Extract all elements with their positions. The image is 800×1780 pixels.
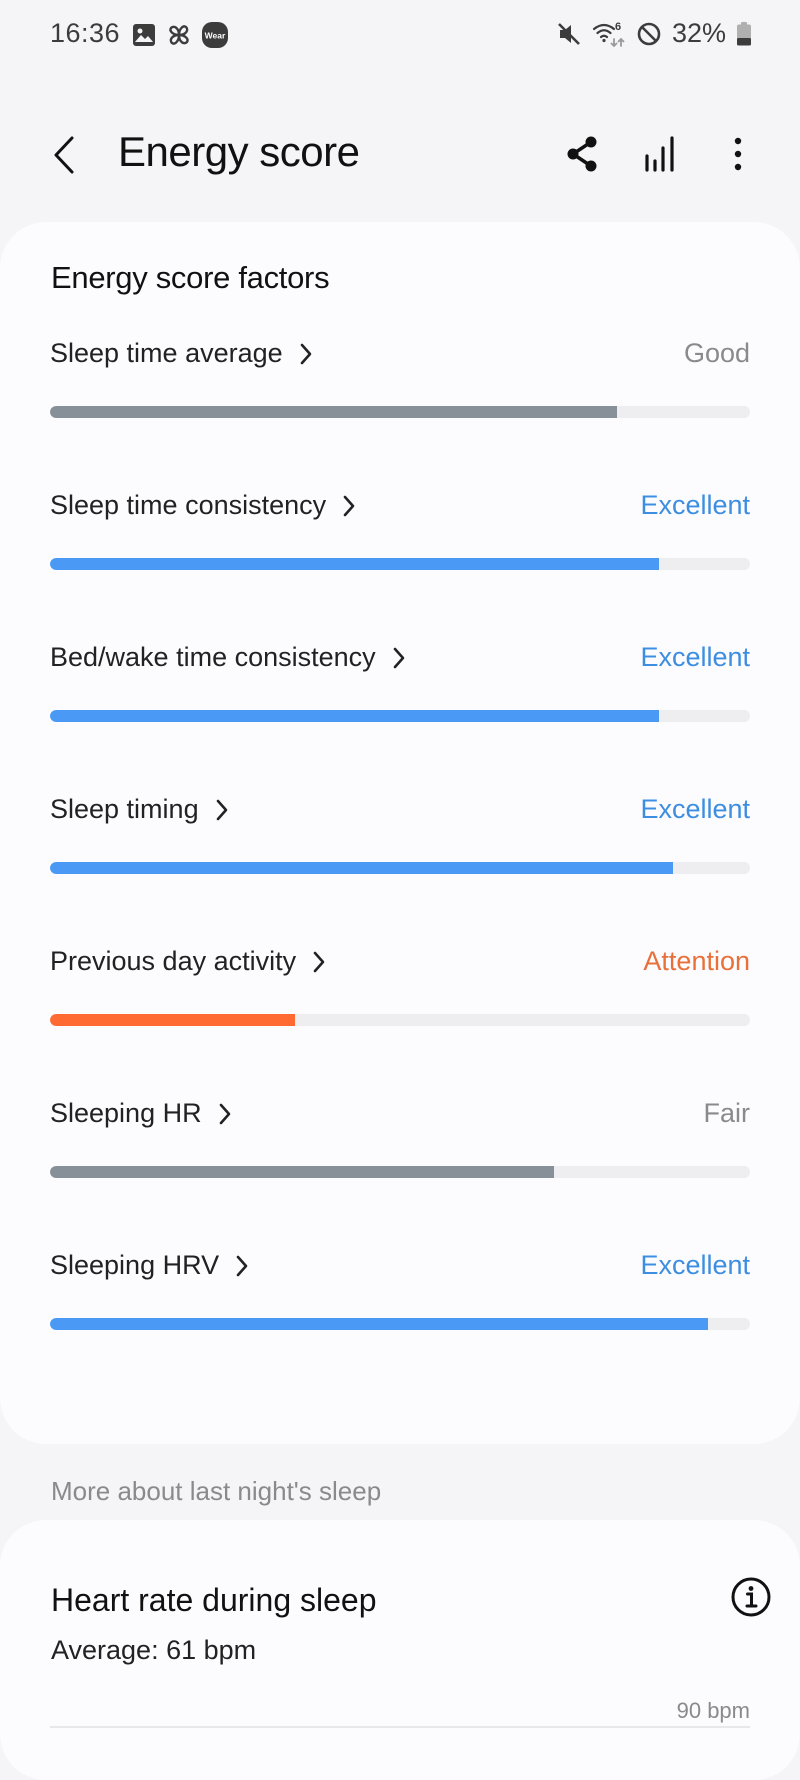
factor-row-sleep-time-consistency[interactable]: Sleep time consistency Excellent — [50, 490, 750, 600]
factor-label: Sleep time average — [50, 338, 283, 368]
factor-row-sleeping-hrv[interactable]: Sleeping HRV Excellent — [50, 1250, 750, 1360]
svg-text:Wear: Wear — [205, 31, 226, 41]
factor-row-previous-day-activity[interactable]: Previous day activity Attention — [50, 946, 750, 1056]
share-button[interactable] — [560, 130, 604, 178]
chart-icon — [645, 136, 674, 172]
factor-progress-fill — [50, 558, 659, 570]
chart-gridline — [50, 1726, 750, 1728]
heart-rate-average: Average: 61 bpm — [51, 1635, 257, 1665]
factor-progress-bar — [50, 1318, 750, 1330]
factor-progress-fill — [50, 1166, 554, 1178]
factor-label: Sleeping HRV — [50, 1250, 220, 1280]
chevron-right-icon — [216, 799, 227, 820]
heart-rate-title: Heart rate during sleep — [51, 1582, 377, 1618]
do-not-disturb-icon — [636, 21, 662, 47]
factor-row-sleep-timing[interactable]: Sleep timing Excellent — [50, 794, 750, 904]
factor-rating: Good — [683, 338, 750, 368]
gallery-icon — [132, 23, 156, 47]
factor-rating: Excellent — [640, 1250, 750, 1280]
factor-progress-bar — [50, 1014, 750, 1026]
chevron-right-icon — [393, 647, 404, 668]
factor-rating: Attention — [643, 946, 750, 976]
factor-label: Sleep timing — [50, 794, 199, 824]
factor-rating: Fair — [703, 1098, 751, 1128]
more-icon — [734, 137, 742, 171]
page-title: Energy score — [118, 128, 360, 175]
factor-label: Sleep time consistency — [50, 490, 327, 520]
factor-progress-fill — [50, 1014, 295, 1026]
factor-row-sleeping-hr[interactable]: Sleeping HR Fair — [50, 1098, 750, 1208]
back-button[interactable] — [46, 130, 86, 180]
chevron-right-icon — [313, 951, 325, 972]
battery-icon — [736, 21, 752, 46]
heart-rate-card[interactable]: Heart rate during sleep Average: 61 bpm … — [0, 1520, 800, 1780]
factor-progress-bar — [50, 710, 750, 722]
battery-percent: 32% — [671, 18, 726, 48]
factor-progress-fill — [50, 1318, 708, 1330]
pinwheel-icon — [166, 22, 192, 48]
wear-icon: Wear — [202, 22, 228, 48]
factor-progress-fill — [50, 710, 659, 722]
factor-progress-bar — [50, 406, 750, 418]
chart-button[interactable] — [638, 130, 682, 178]
energy-score-factors-card: Energy score factors Sleep time average … — [0, 222, 800, 1444]
factor-progress-fill — [50, 862, 673, 874]
factor-label: Previous day activity — [50, 946, 297, 976]
factor-row-sleep-time-average[interactable]: Sleep time average Good — [50, 338, 750, 448]
factor-rating: Excellent — [640, 490, 750, 520]
factor-progress-bar — [50, 1166, 750, 1178]
factor-progress-bar — [50, 558, 750, 570]
chevron-right-icon — [343, 495, 355, 516]
factor-progress-bar — [50, 862, 750, 874]
app-bar: Energy score — [0, 110, 800, 200]
factor-label: Sleeping HR — [50, 1098, 202, 1128]
more-about-sleep-label: More about last night's sleep — [51, 1476, 382, 1506]
factor-rating: Excellent — [640, 794, 750, 824]
info-button[interactable] — [730, 1576, 772, 1618]
chevron-right-icon — [219, 1103, 230, 1124]
factors-title: Energy score factors — [51, 260, 330, 295]
svg-text:6: 6 — [615, 21, 621, 33]
heart-rate-max-label: 90 bpm — [676, 1698, 750, 1723]
info-icon — [731, 1577, 771, 1617]
wifi-icon: 6 — [592, 19, 626, 49]
factor-row-bed-wake-time-consistency[interactable]: Bed/wake time consistency Excellent — [50, 642, 750, 752]
status-time: 16:36 — [50, 18, 121, 48]
share-icon — [567, 136, 597, 172]
factor-rating: Excellent — [640, 642, 750, 672]
factor-progress-fill — [50, 406, 617, 418]
more-options-button[interactable] — [716, 130, 760, 178]
chevron-right-icon — [300, 343, 311, 364]
back-arrow-icon — [54, 136, 74, 174]
mute-icon — [556, 21, 582, 47]
factor-label: Bed/wake time consistency — [50, 642, 376, 672]
chevron-right-icon — [236, 1255, 248, 1276]
status-bar: 16:36 Wear 6 32% — [0, 0, 800, 72]
